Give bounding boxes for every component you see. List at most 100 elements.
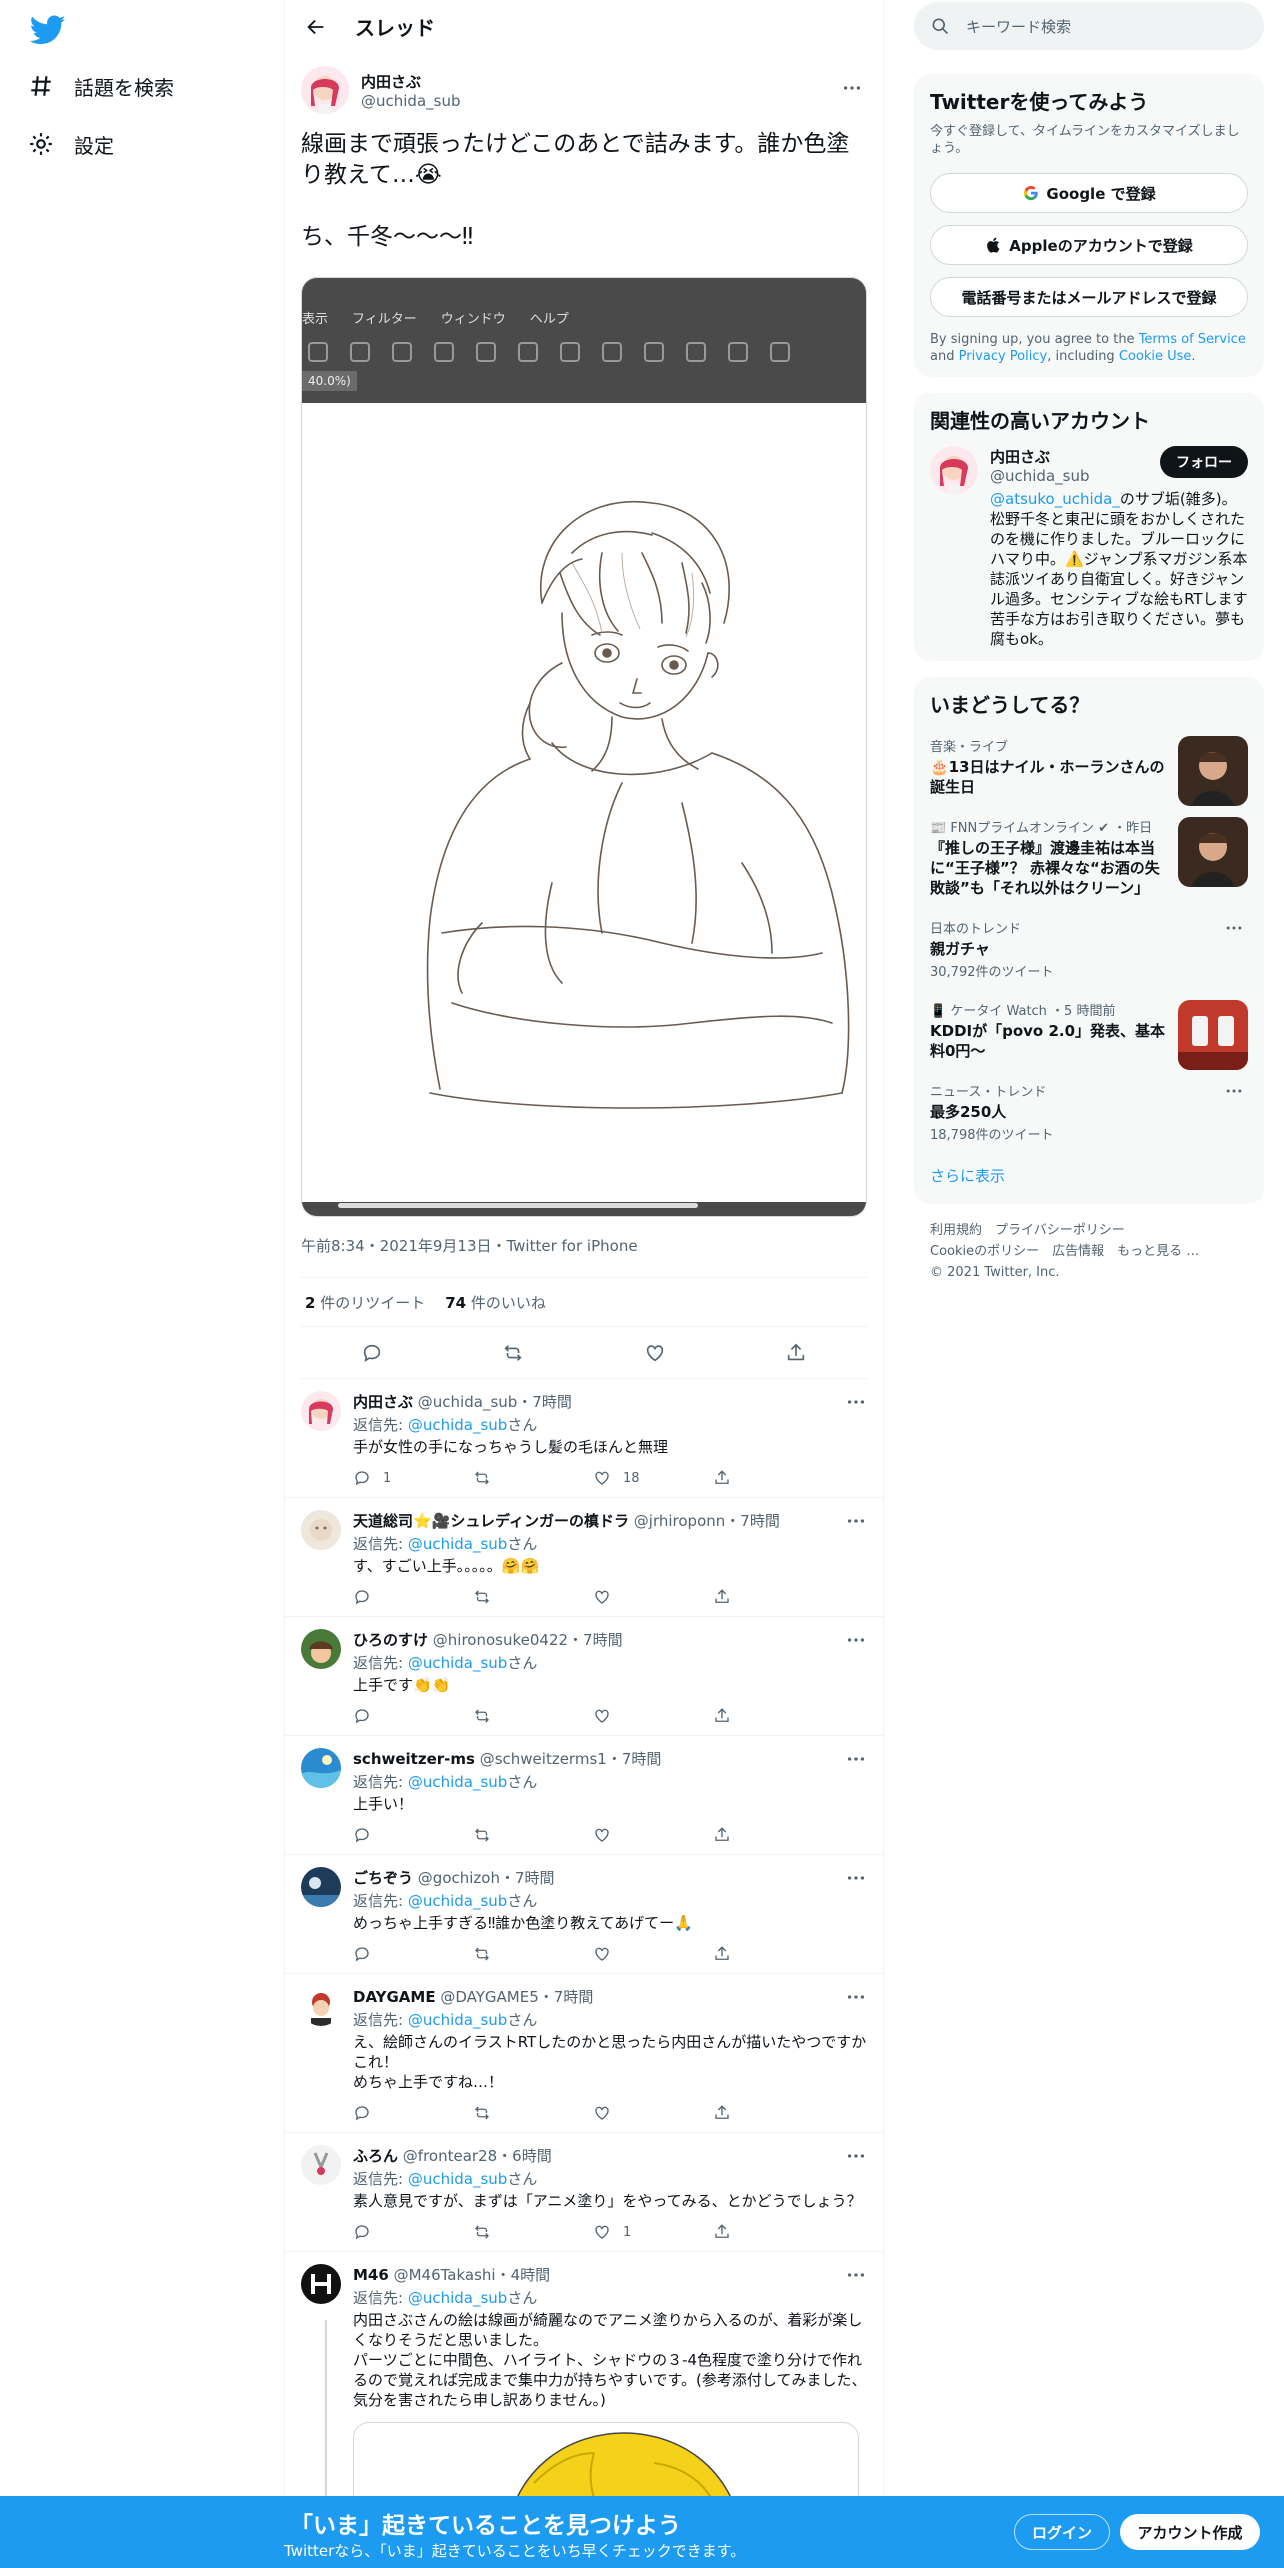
signup-button[interactable]: アカウント作成 [1120, 2514, 1260, 2550]
retweet-icon[interactable] [473, 2223, 491, 2241]
more-options-icon[interactable] [845, 1986, 867, 2008]
reply-tweet[interactable]: 天道総司⭐️🎥シュレディンガーの槙ドラ @jrhiroponn・7時間 返信先: … [285, 1498, 883, 1617]
more-options-icon[interactable] [845, 2145, 867, 2167]
reply-author-handle[interactable]: @hironosuke0422 [433, 1631, 568, 1649]
show-more-link[interactable]: さらに表示 [930, 1153, 1248, 1192]
reply-tweet[interactable]: ごちぞう @gochizoh・7時間 返信先: @uchida_subさん めっちゃ… [285, 1855, 883, 1974]
retweet-icon[interactable] [473, 1945, 491, 1963]
author-name[interactable]: 内田さぶ [361, 71, 461, 92]
like-icon[interactable] [593, 2104, 611, 2122]
reply-author-name[interactable]: ひろのすけ [353, 1631, 428, 1649]
trend-item[interactable]: 📱 ケータイ Watch ・5 時間前 KDDIが「povo 2.0」発表、基本料… [930, 990, 1248, 1071]
retweet-icon[interactable] [502, 1342, 524, 1364]
reply-time[interactable]: ・7時間 [607, 1750, 662, 1768]
more-options-icon[interactable] [1224, 918, 1244, 938]
follow-button[interactable]: フォロー [1160, 446, 1248, 478]
like-icon[interactable] [644, 1342, 666, 1364]
more-options-icon[interactable] [845, 1867, 867, 1889]
more-options-icon[interactable] [841, 77, 863, 99]
reply-author-name[interactable]: ふろん [353, 2147, 398, 2165]
reply-tweet[interactable]: DAYGAME @DAYGAME5・7時間 返信先: @uchida_subさんえ… [285, 1974, 883, 2133]
reply-icon[interactable] [353, 1826, 371, 1844]
retweet-icon[interactable] [473, 1826, 491, 1844]
reply-author-name[interactable]: DAYGAME [353, 1988, 436, 2006]
reply-icon[interactable] [353, 1707, 371, 1725]
avatar[interactable] [301, 2264, 341, 2304]
like-icon[interactable] [593, 1826, 611, 1844]
bio-mention-link[interactable]: @atsuko_uchida_ [990, 490, 1120, 508]
privacy-link[interactable]: Privacy Policy [959, 349, 1048, 364]
reply-icon[interactable] [353, 2104, 371, 2122]
login-button[interactable]: ログイン [1014, 2514, 1110, 2550]
avatar[interactable] [301, 1510, 341, 1550]
trend-item[interactable]: 日本のトレンド 親ガチャ 30,792件のツイート [930, 908, 1248, 990]
reply-to-mention[interactable]: @uchida_sub [408, 2011, 508, 2029]
reply-to-mention[interactable]: @uchida_sub [408, 1773, 508, 1791]
reply-to-mention[interactable]: @uchida_sub [408, 1654, 508, 1672]
avatar[interactable] [301, 1986, 341, 2026]
share-icon[interactable] [713, 1588, 731, 1606]
reply-author-handle[interactable]: @M46Takashi [394, 2266, 496, 2284]
reply-time[interactable]: ・6時間 [497, 2147, 552, 2165]
nav-settings[interactable]: 設定 [28, 122, 114, 166]
reply-tweet[interactable]: ひろのすけ @hironosuke0422・7時間 返信先: @uchida_su… [285, 1617, 883, 1736]
share-icon[interactable] [713, 1945, 731, 1963]
reply-author-handle[interactable]: @gochizoh [418, 1869, 500, 1887]
reply-author-handle[interactable]: @schweitzerms1 [480, 1750, 607, 1768]
avatar[interactable] [930, 446, 978, 494]
share-icon[interactable] [713, 1707, 731, 1725]
google-signup-button[interactable]: Google で登録 [930, 173, 1248, 213]
search-input[interactable]: キーワード検索 [914, 2, 1264, 50]
reply-to-mention[interactable]: @uchida_sub [408, 1535, 508, 1553]
retweet-icon[interactable] [473, 1588, 491, 1606]
scroll-thumb[interactable] [338, 1203, 698, 1208]
retweet-count-link[interactable]: 2 件のリツイート [305, 1292, 425, 1313]
reply-author-name[interactable]: 内田さぶ [353, 1393, 413, 1411]
more-options-icon[interactable] [845, 1629, 867, 1651]
terms-link[interactable]: Terms of Service [1139, 332, 1246, 347]
reply-to-mention[interactable]: @uchida_sub [408, 2289, 508, 2307]
reply-tweet[interactable]: schweitzer-ms @schweitzerms1・7時間 返信先: @uc… [285, 1736, 883, 1855]
reply-author-handle[interactable]: @uchida_sub [418, 1393, 518, 1411]
reply-author-name[interactable]: schweitzer-ms [353, 1750, 475, 1768]
share-icon[interactable] [713, 2104, 731, 2122]
share-icon[interactable] [713, 1826, 731, 1844]
reply-to-mention[interactable]: @uchida_sub [408, 1416, 508, 1434]
more-options-icon[interactable] [845, 2264, 867, 2286]
author-handle[interactable]: @uchida_sub [361, 92, 461, 110]
trend-item[interactable]: 音楽・ライブ 🎂13日はナイル・ホーランさんの誕生日 [930, 726, 1248, 807]
footer-line[interactable]: 利用規約 プライバシーポリシー [930, 1220, 1264, 1241]
reply-time[interactable]: ・7時間 [500, 1869, 555, 1887]
reply-author-name[interactable]: 天道総司⭐️🎥シュレディンガーの槙ドラ [353, 1512, 629, 1530]
reply-icon[interactable] [353, 2223, 371, 2241]
reply-tweet[interactable]: ふろん @frontear28・6時間 返信先: @uchida_subさん 素人意… [285, 2133, 883, 2252]
more-options-icon[interactable] [845, 1510, 867, 1532]
tweet-image[interactable]: 表示 フィルター ウィンドウ ヘルプ 40.0%) [301, 277, 867, 1217]
avatar[interactable] [301, 2145, 341, 2185]
footer-line[interactable]: Cookieのポリシー 広告情報 もっと見る … [930, 1241, 1264, 1262]
reply-icon[interactable] [353, 1945, 371, 1963]
trend-item[interactable]: ニュース・トレンド 最多250人 18,798件のツイート [930, 1071, 1248, 1153]
tweet-timestamp[interactable]: 午前8:34・2021年9月13日・Twitter for iPhone [301, 1235, 867, 1259]
reply-author-handle[interactable]: @jrhiroponn [634, 1512, 725, 1530]
like-icon[interactable] [593, 2223, 611, 2241]
like-count-link[interactable]: 74 件のいいね [445, 1292, 546, 1313]
reply-to-mention[interactable]: @uchida_sub [408, 1892, 508, 1910]
apple-signup-button[interactable]: Appleのアカウントで登録 [930, 225, 1248, 265]
avatar[interactable] [301, 1629, 341, 1669]
avatar[interactable] [301, 1867, 341, 1907]
more-options-icon[interactable] [845, 1391, 867, 1413]
retweet-icon[interactable] [473, 2104, 491, 2122]
reply-time[interactable]: ・7時間 [568, 1631, 623, 1649]
share-icon[interactable] [713, 2223, 731, 2241]
account-cell[interactable]: 内田さぶ @uchida_sub @atsuko_uchida_のサブ垢(雑多)… [930, 446, 1248, 649]
phone-signup-button[interactable]: 電話番号またはメールアドレスで登録 [930, 277, 1248, 317]
reply-time[interactable]: ・7時間 [725, 1512, 780, 1530]
share-icon[interactable] [785, 1342, 807, 1364]
share-icon[interactable] [713, 1469, 731, 1487]
cookie-link[interactable]: Cookie Use [1119, 349, 1192, 364]
like-icon[interactable] [593, 1469, 611, 1487]
reply-author-name[interactable]: ごちぞう [353, 1869, 413, 1887]
like-icon[interactable] [593, 1588, 611, 1606]
reply-icon[interactable] [361, 1342, 383, 1364]
